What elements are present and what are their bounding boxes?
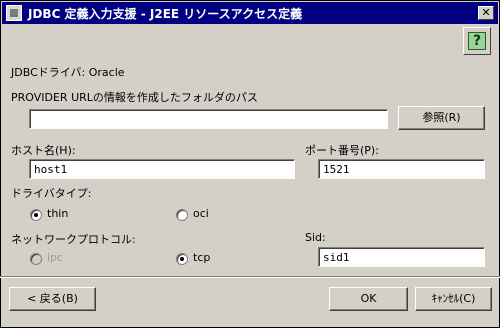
jdbc-driver-label: JDBCドライバ: Oracle — [11, 66, 125, 79]
driver-type-label: ドライバタイプ: — [11, 187, 92, 200]
provider-url-label: PROVIDER URLの情報を作成したフォルダのパス — [11, 91, 258, 104]
oci-radio[interactable] — [176, 209, 188, 221]
provider-path-input[interactable] — [29, 109, 388, 129]
thin-radio-label: thin — [47, 207, 69, 220]
oci-radio-label: oci — [193, 207, 209, 220]
help-icon: ? — [468, 32, 486, 50]
tcp-radio-label: tcp — [193, 251, 211, 264]
window-title: JDBC 定義入力支援 - J2EE リソースアクセス定義 — [28, 7, 303, 21]
sid-input[interactable]: sid1 — [318, 247, 485, 267]
title-bar: JDBC 定義入力支援 - J2EE リソースアクセス定義 ✕ — [2, 2, 498, 24]
help-button[interactable]: ? — [463, 27, 491, 55]
thin-radio[interactable] — [30, 209, 42, 221]
close-button[interactable]: ✕ — [478, 6, 494, 20]
back-button[interactable]: < 戻る(B) — [9, 287, 96, 311]
host-input[interactable]: host1 — [29, 159, 295, 179]
app-icon — [6, 5, 22, 21]
footer-divider — [0, 276, 500, 278]
host-label: ホスト名(H): — [11, 144, 76, 157]
network-protocol-label: ネットワークプロトコル: — [11, 233, 136, 246]
port-input[interactable]: 1521 — [318, 159, 485, 179]
cancel-button[interactable]: ｷｬﾝｾﾙ(C) — [415, 287, 492, 311]
ipc-radio-label: ipc — [47, 251, 64, 264]
browse-button[interactable]: 参照(R) — [398, 106, 485, 130]
sid-label: Sid: — [305, 231, 326, 244]
port-label: ポート番号(P): — [305, 144, 379, 157]
ipc-radio[interactable] — [30, 253, 42, 265]
ok-button[interactable]: OK — [329, 287, 408, 311]
tcp-radio[interactable] — [176, 253, 188, 265]
